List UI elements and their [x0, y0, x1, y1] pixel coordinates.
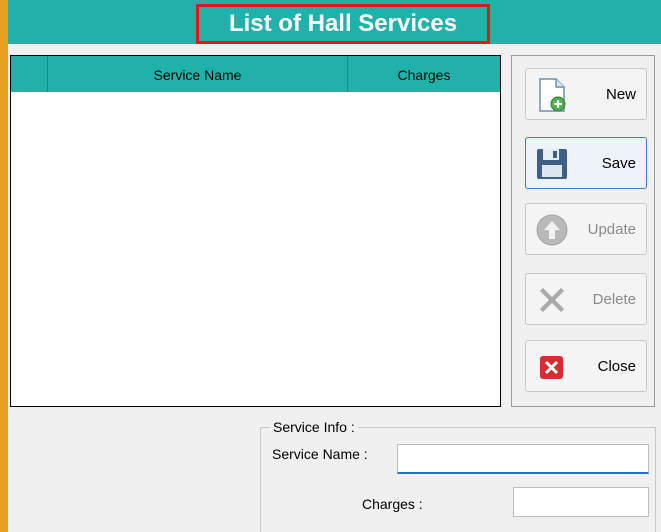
charges-label: Charges : [362, 496, 423, 512]
update-button[interactable]: Update [525, 203, 647, 255]
delete-button[interactable]: Delete [525, 273, 647, 325]
service-name-input[interactable] [397, 444, 649, 474]
grid-header: Service Name Charges [11, 56, 500, 92]
floppy-disk-icon [537, 149, 567, 179]
save-button[interactable]: Save [525, 137, 647, 189]
close-button-label: Close [597, 357, 636, 375]
close-red-x-icon [540, 356, 563, 379]
up-arrow-circle-icon [536, 214, 568, 246]
new-button[interactable]: New [525, 68, 647, 120]
column-header-service-name[interactable]: Service Name [48, 56, 348, 92]
save-button-label: Save [601, 154, 636, 172]
new-button-label: New [605, 85, 636, 103]
row-selector-header [11, 56, 48, 92]
new-document-icon [539, 78, 566, 112]
title-bar: List of Hall Services [8, 0, 661, 44]
service-name-label: Service Name : [272, 446, 368, 462]
x-cross-icon [540, 288, 564, 312]
service-info-legend: Service Info : [270, 419, 358, 435]
charges-input[interactable] [513, 487, 649, 517]
page-title: List of Hall Services [196, 4, 490, 44]
close-button[interactable]: Close [525, 340, 647, 392]
services-grid[interactable]: Service Name Charges [10, 55, 501, 407]
update-button-label: Update [587, 220, 636, 238]
column-header-charges[interactable]: Charges [348, 56, 500, 92]
window-edge [0, 0, 8, 532]
delete-button-label: Delete [592, 290, 636, 308]
action-button-panel: New Save Update Delete Close [511, 55, 655, 407]
